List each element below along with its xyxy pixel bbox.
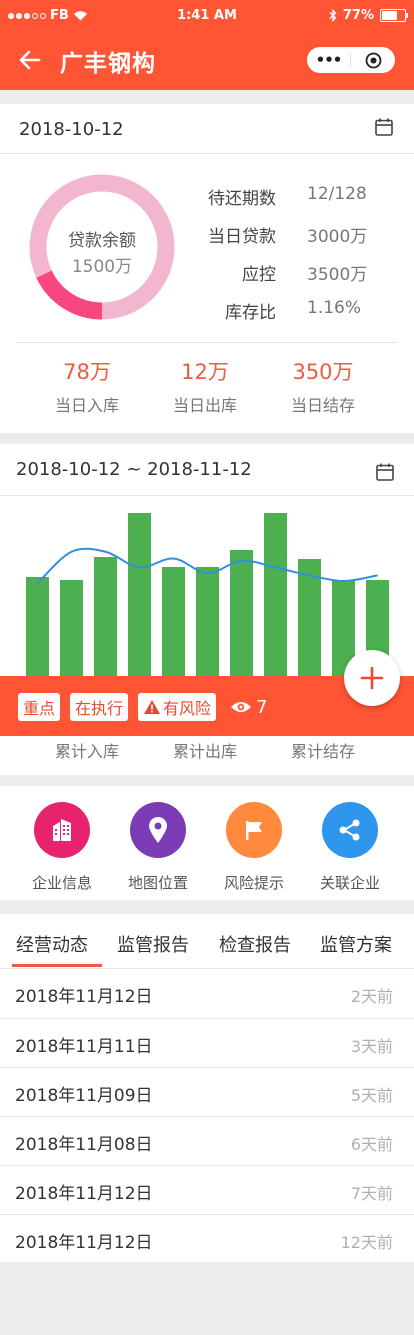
view-counter: 7 (230, 696, 268, 718)
quick-actions: 企业信息 地图位置 风险提示 关联企业 (0, 786, 414, 900)
mini-program-capsule: ••• (307, 47, 395, 73)
record-date: 2018年11月12日 (15, 1184, 153, 1204)
donut-value: 1500万 (71, 257, 133, 277)
calendar-button[interactable] (374, 117, 394, 141)
list-item[interactable]: 2018年11月12日 2天前 (0, 969, 414, 1019)
overview-card: 2018-10-12 贷款余额 1500万 待还期数 12/128 当日贷款 300… (0, 104, 414, 433)
record-date: 2018年11月12日 (15, 987, 153, 1007)
status-bar: FB 1:41 AM 77% (0, 0, 414, 30)
record-date: 2018年11月08日 (15, 1135, 153, 1155)
action-label: 地图位置 (127, 874, 188, 892)
battery-percent: 77% (342, 8, 374, 23)
stat-value: 3000万 (307, 227, 368, 247)
stat-item: 待还期数 12/128 (190, 184, 400, 222)
tab-business-updates[interactable]: 经营动态 (16, 931, 88, 957)
range-calendar-button[interactable] (375, 462, 395, 486)
stat-value: 3500万 (307, 265, 368, 285)
active-tab-indicator (12, 964, 102, 967)
plus-icon (360, 666, 384, 690)
target-close-icon (365, 52, 381, 68)
stat-key: 当日贷款 (208, 227, 276, 247)
record-date: 2018年11月09日 (15, 1086, 153, 1106)
back-arrow-icon (19, 50, 41, 70)
page-title: 广丰钢构 (60, 51, 156, 77)
stat-list: 待还期数 12/128 当日贷款 3000万 应控 3500万 库存比 1.16% (190, 184, 400, 336)
record-ago: 2天前 (350, 987, 393, 1006)
record-ago: 7天前 (350, 1184, 393, 1203)
tab-supervision-plans[interactable]: 监管方案 (320, 931, 392, 957)
record-ago: 3天前 (350, 1037, 393, 1056)
action-label: 企业信息 (31, 874, 92, 892)
building-icon (53, 819, 71, 841)
list-item[interactable]: 2018年11月09日 5天前 (0, 1068, 414, 1117)
cumulative-balance-label: 累计结存 (290, 742, 355, 761)
stat-item: 应控 3500万 (190, 260, 400, 298)
list-item[interactable]: 2018年11月11日 3天前 (0, 1019, 414, 1068)
back-button[interactable] (14, 44, 46, 76)
summary-label: 当日入库 (54, 396, 119, 415)
date-range: 2018-10-12 ~ 2018-11-12 (16, 459, 252, 480)
flag-icon (246, 821, 262, 840)
summary-daily-out: 12万 当日出库 (146, 356, 264, 416)
action-label: 风险提示 (223, 874, 284, 892)
action-risk-alert[interactable]: 风险提示 (206, 802, 302, 893)
tab-supervision-reports[interactable]: 监管报告 (117, 931, 189, 957)
tag-risk[interactable]: 有风险 (138, 693, 217, 721)
trend-line (36, 547, 378, 584)
summary-value: 12万 (181, 360, 229, 384)
more-menu-button[interactable]: ••• (307, 51, 350, 69)
tag-risk-label: 有风险 (163, 699, 212, 718)
view-count: 7 (256, 696, 268, 718)
close-capsule-button[interactable] (351, 52, 395, 69)
eye-icon (231, 702, 252, 712)
action-company-info[interactable]: 企业信息 (14, 802, 110, 893)
bluetooth-icon (329, 9, 337, 22)
warning-icon (144, 700, 161, 714)
list-item[interactable]: 2018年11月12日 7天前 (0, 1166, 414, 1215)
add-button[interactable] (344, 650, 400, 706)
summary-daily-in: 78万 当日入库 (28, 356, 146, 416)
record-date: 2018年11月11日 (15, 1037, 153, 1057)
list-item[interactable]: 2018年11月08日 6天前 (0, 1117, 414, 1166)
stat-key: 库存比 (225, 303, 276, 323)
record-ago: 6天前 (350, 1135, 393, 1154)
share-icon (339, 819, 360, 841)
list-item[interactable]: 2018年11月12日 12天前 (0, 1215, 414, 1263)
cumulative-in-label: 累计入库 (54, 742, 119, 761)
summary-value: 78万 (63, 360, 111, 384)
cumulative-out-label: 累计出库 (172, 742, 237, 761)
stat-item: 库存比 1.16% (190, 298, 400, 336)
stat-value: 12/128 (307, 184, 367, 204)
tag-executing[interactable]: 在执行 (70, 693, 129, 721)
trend-line-chart (36, 547, 378, 584)
record-date: 2018年11月12日 (15, 1233, 153, 1253)
calendar-icon (376, 463, 394, 481)
activity-section: 经营动态 监管报告 检查报告 监管方案 2018年11月12日 2天前 2018年… (0, 914, 414, 1262)
summary-value: 350万 (292, 360, 354, 384)
summary-label: 当日出库 (172, 396, 237, 415)
record-ago: 5天前 (350, 1086, 393, 1105)
record-ago: 12天前 (340, 1233, 393, 1252)
stat-key: 待还期数 (208, 189, 276, 209)
location-pin-icon (149, 817, 167, 843)
tab-bar: 经营动态 监管报告 检查报告 监管方案 (0, 914, 414, 968)
action-label: 关联企业 (319, 874, 380, 892)
calendar-icon (375, 118, 393, 136)
battery-icon (380, 9, 408, 22)
action-map-location[interactable]: 地图位置 (110, 802, 206, 893)
action-related-companies[interactable]: 关联企业 (302, 802, 398, 893)
summary-label: 当日结存 (290, 396, 355, 415)
tag-key[interactable]: 重点 (18, 693, 61, 721)
stat-key: 应控 (242, 265, 276, 285)
range-card: 2018-10-12 ~ 2018-11-12 重点 在执行 有风险 7 累计入… (0, 444, 414, 775)
record-list: 2018年11月12日 2天前 2018年11月11日 3天前 2018年11月09… (0, 969, 414, 1263)
summary-daily-balance: 350万 当日结存 (264, 356, 382, 416)
donut-label: 贷款余额 (68, 231, 136, 251)
stat-value: 1.16% (307, 298, 362, 318)
overview-date: 2018-10-12 (19, 119, 124, 140)
tab-inspection-reports[interactable]: 检查报告 (219, 931, 291, 957)
nav-bar: 广丰钢构 ••• (0, 30, 414, 90)
stat-item: 当日贷款 3000万 (190, 222, 400, 260)
